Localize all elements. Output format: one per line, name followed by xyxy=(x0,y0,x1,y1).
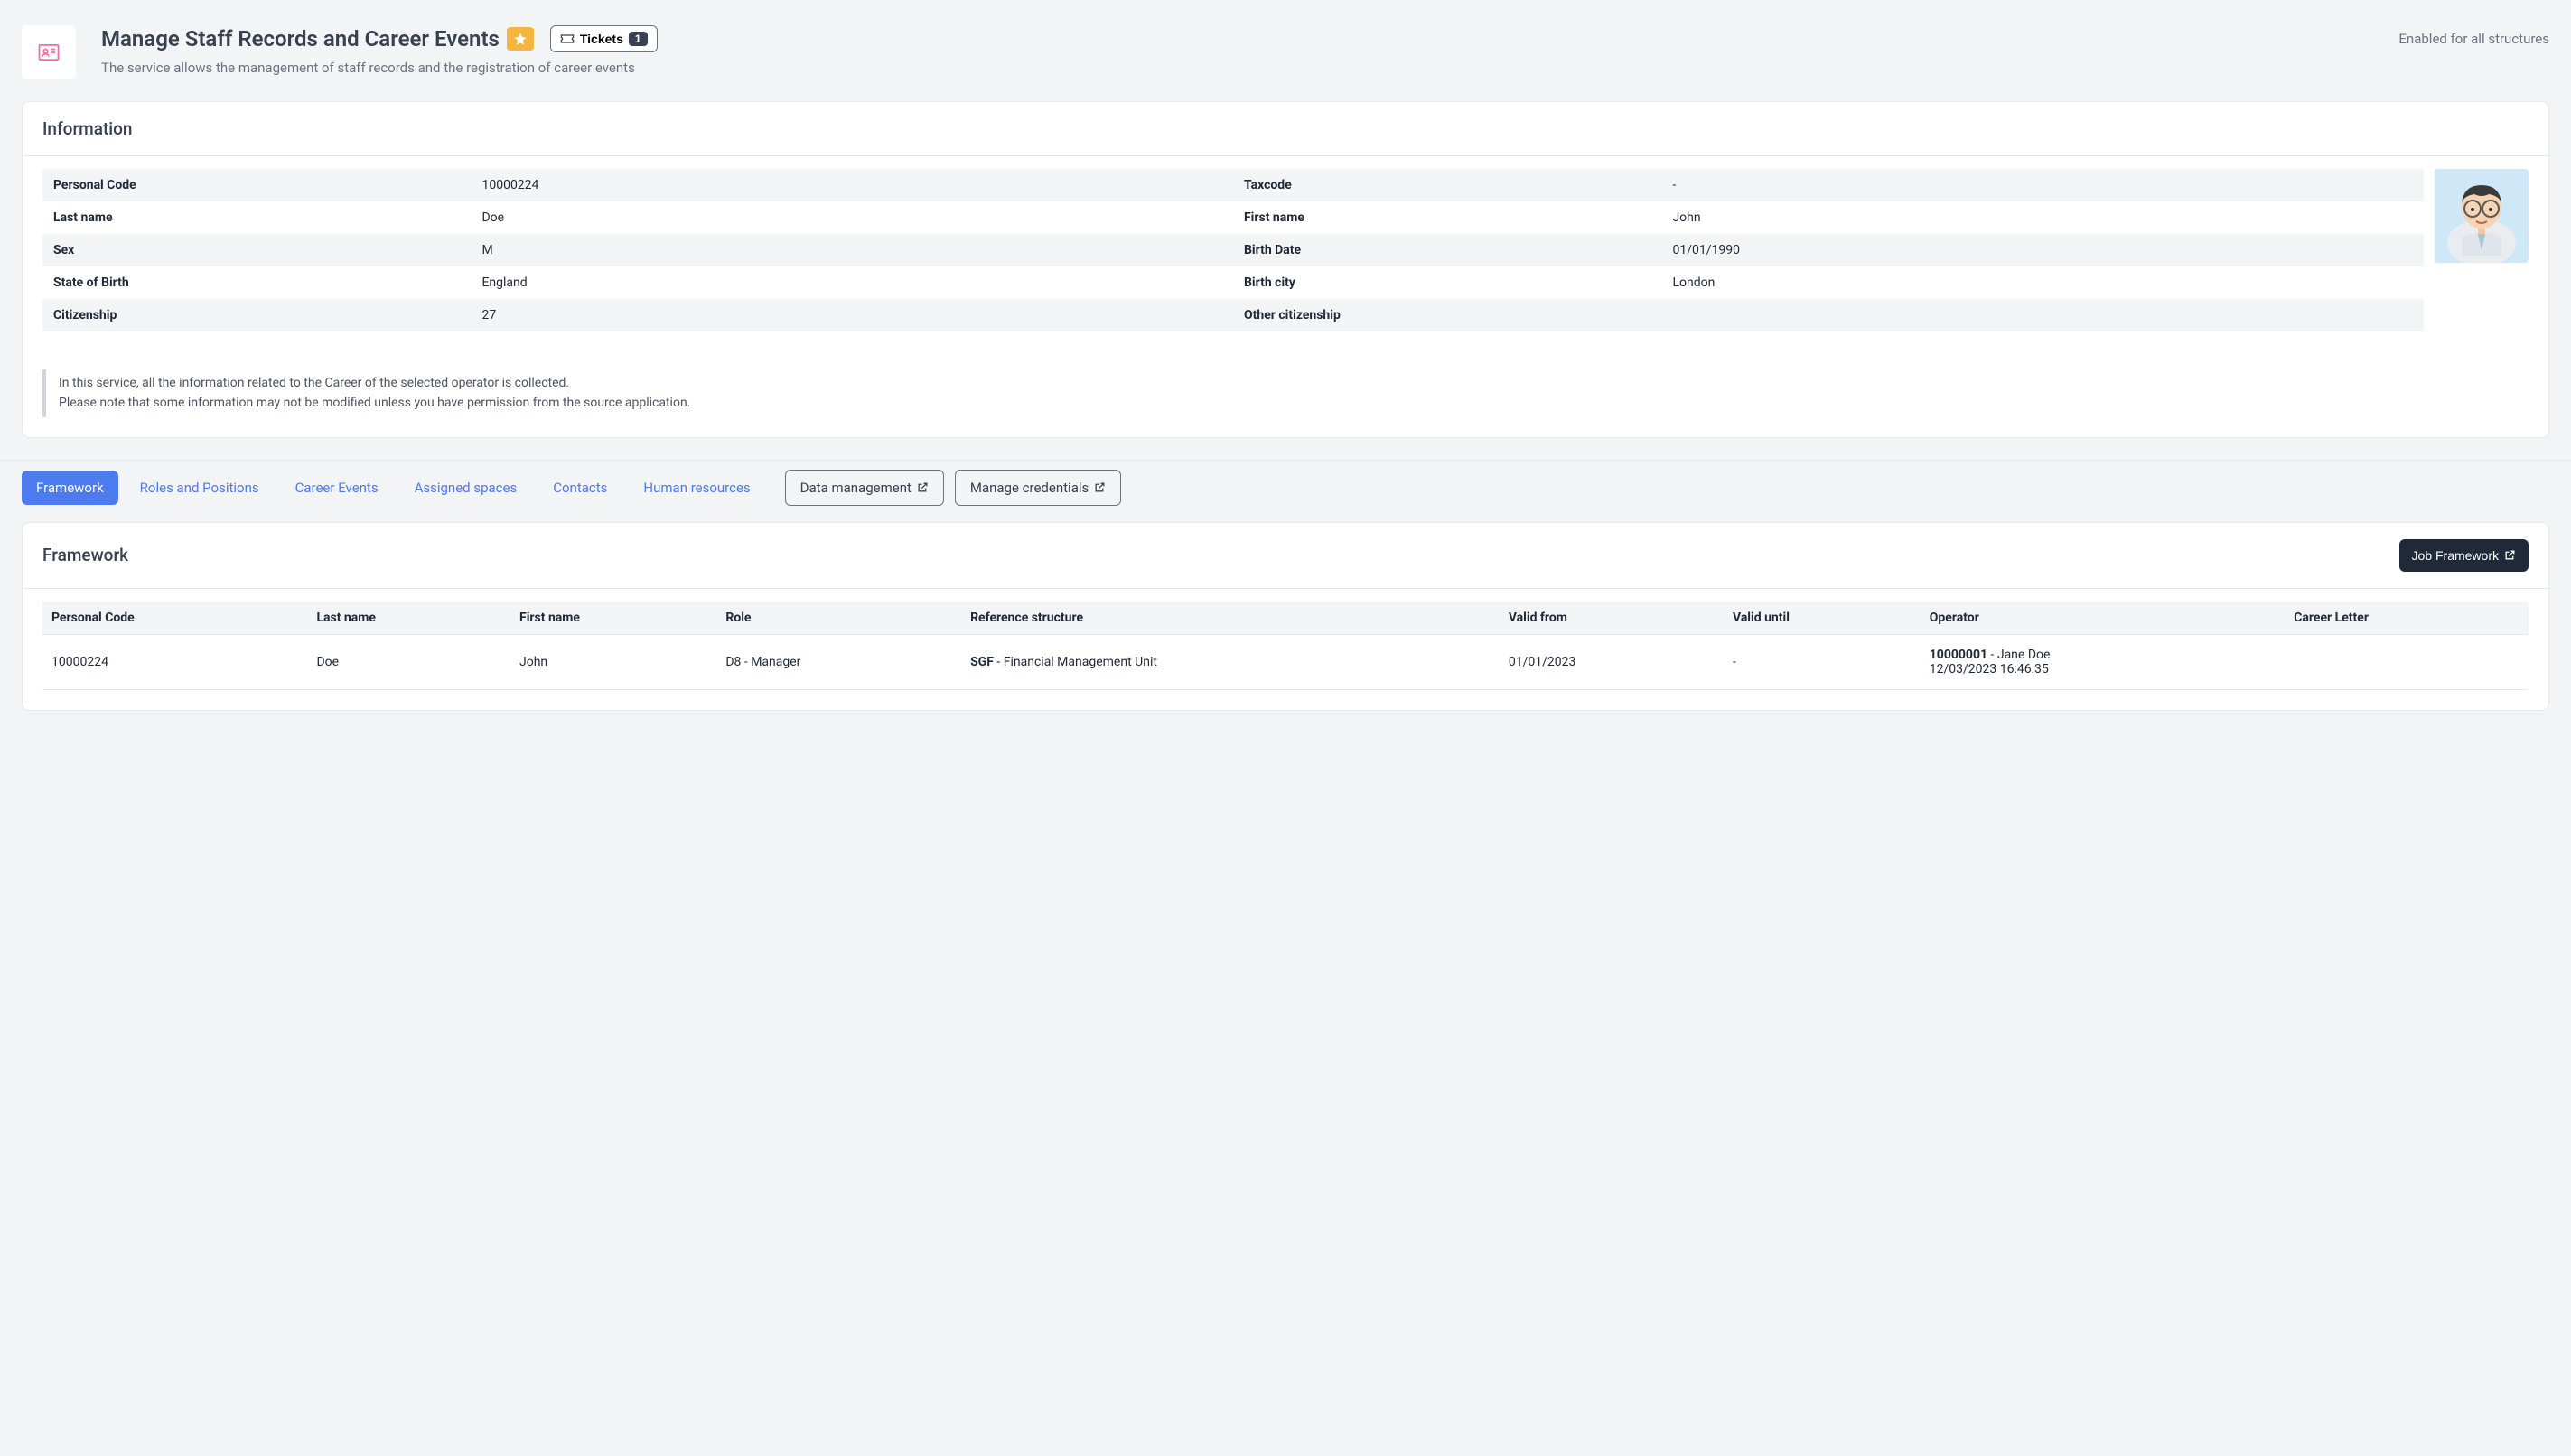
job-framework-label: Job Framework xyxy=(2412,548,2499,563)
info-label: First name xyxy=(1233,201,1661,234)
tickets-count: 1 xyxy=(629,32,648,46)
info-table: Personal Code 10000224 Taxcode - Last na… xyxy=(42,169,2424,331)
info-label: Birth Date xyxy=(1233,234,1661,266)
framework-body: Personal Code Last name First name Role … xyxy=(23,589,2548,710)
info-table-wrap: Personal Code 10000224 Taxcode - Last na… xyxy=(42,169,2424,331)
info-label: Birth city xyxy=(1233,266,1661,299)
info-label: Sex xyxy=(42,234,471,266)
col-valid-from: Valid from xyxy=(1500,602,1724,635)
info-label: State of Birth xyxy=(42,266,471,299)
page-header: Manage Staff Records and Career Events T… xyxy=(0,0,2571,101)
avatar-illustration xyxy=(2435,169,2529,263)
tickets-button[interactable]: Tickets 1 xyxy=(550,25,658,52)
info-note-line: In this service, all the information rel… xyxy=(59,373,2516,393)
cell-career-letter xyxy=(2285,634,2529,689)
col-personal-code: Personal Code xyxy=(42,602,307,635)
info-value: - xyxy=(1661,169,2424,201)
info-label: Citizenship xyxy=(42,299,471,331)
col-career-letter: Career Letter xyxy=(2285,602,2529,635)
header-main: Manage Staff Records and Career Events T… xyxy=(101,25,2373,76)
info-note-line: Please note that some information may no… xyxy=(59,393,2516,413)
operator-date: 12/03/2023 16:46:35 xyxy=(1930,662,2277,677)
cell-operator: 10000001 - Jane Doe 12/03/2023 16:46:35 xyxy=(1921,634,2286,689)
info-row: State of Birth England Birth city London xyxy=(42,266,2424,299)
info-value: 10000224 xyxy=(471,169,1233,201)
id-card-icon xyxy=(36,40,61,65)
header-title-row: Manage Staff Records and Career Events T… xyxy=(101,25,2373,52)
info-label: Other citizenship xyxy=(1233,299,1661,331)
cell-valid-from: 01/01/2023 xyxy=(1500,634,1724,689)
tab-career-events[interactable]: Career Events xyxy=(281,471,393,505)
info-row: Sex M Birth Date 01/01/1990 xyxy=(42,234,2424,266)
cell-ref-struct: SGF - Financial Management Unit xyxy=(961,634,1500,689)
page-description: The service allows the management of sta… xyxy=(101,60,2373,76)
data-management-button[interactable]: Data management xyxy=(785,470,944,506)
page-title: Manage Staff Records and Career Events xyxy=(101,26,500,51)
info-label: Personal Code xyxy=(42,169,471,201)
info-value: Doe xyxy=(471,201,1233,234)
info-note: In this service, all the information rel… xyxy=(42,369,2529,417)
manage-credentials-button[interactable]: Manage credentials xyxy=(955,470,1121,506)
col-first-name: First name xyxy=(510,602,716,635)
cell-valid-until: - xyxy=(1724,634,1921,689)
framework-card-header: Framework Job Framework xyxy=(23,523,2548,589)
operator-name: - Jane Doe xyxy=(1987,648,2050,662)
app-icon-box xyxy=(22,25,76,79)
cell-last-name: Doe xyxy=(307,634,510,689)
info-value: England xyxy=(471,266,1233,299)
cell-role: D8 - Manager xyxy=(716,634,961,689)
tab-contacts[interactable]: Contacts xyxy=(538,471,622,505)
info-row: Citizenship 27 Other citizenship xyxy=(42,299,2424,331)
information-card: Information Personal Code 10000224 Taxco… xyxy=(22,101,2549,438)
manage-credentials-label: Manage credentials xyxy=(970,480,1089,496)
tabs-row: Framework Roles and Positions Career Eve… xyxy=(0,460,2571,522)
info-value: 27 xyxy=(471,299,1233,331)
favorite-badge[interactable] xyxy=(507,27,534,51)
info-row: Last name Doe First name John xyxy=(42,201,2424,234)
col-last-name: Last name xyxy=(307,602,510,635)
star-icon xyxy=(513,32,528,46)
framework-table: Personal Code Last name First name Role … xyxy=(42,602,2529,690)
col-operator: Operator xyxy=(1921,602,2286,635)
info-label: Last name xyxy=(42,201,471,234)
ref-struct-name: - Financial Management Unit xyxy=(994,655,1157,669)
info-body: Personal Code 10000224 Taxcode - Last na… xyxy=(23,156,2548,351)
ref-struct-code: SGF xyxy=(970,655,994,669)
tab-roles[interactable]: Roles and Positions xyxy=(126,471,274,505)
cell-personal-code: 10000224 xyxy=(42,634,307,689)
info-value xyxy=(1661,299,2424,331)
operator-code: 10000001 xyxy=(1930,648,1987,662)
avatar xyxy=(2435,169,2529,263)
table-header-row: Personal Code Last name First name Role … xyxy=(42,602,2529,635)
col-valid-until: Valid until xyxy=(1724,602,1921,635)
header-right-text: Enabled for all structures xyxy=(2398,25,2549,47)
cell-first-name: John xyxy=(510,634,716,689)
info-card-header: Information xyxy=(23,102,2548,156)
col-ref-struct: Reference structure xyxy=(961,602,1500,635)
external-link-icon xyxy=(1094,481,1106,493)
info-value: London xyxy=(1661,266,2424,299)
table-row: 10000224 Doe John D8 - Manager SGF - Fin… xyxy=(42,634,2529,689)
col-role: Role xyxy=(716,602,961,635)
framework-card-title: Framework xyxy=(42,545,128,565)
info-value: M xyxy=(471,234,1233,266)
tab-assigned-spaces[interactable]: Assigned spaces xyxy=(400,471,532,505)
info-card-title: Information xyxy=(42,118,132,139)
info-value: John xyxy=(1661,201,2424,234)
framework-card: Framework Job Framework Personal Code La… xyxy=(22,522,2549,711)
tab-framework[interactable]: Framework xyxy=(22,471,118,505)
external-link-icon xyxy=(2504,549,2516,561)
job-framework-button[interactable]: Job Framework xyxy=(2399,539,2529,572)
info-label: Taxcode xyxy=(1233,169,1661,201)
info-value: 01/01/1990 xyxy=(1661,234,2424,266)
info-row: Personal Code 10000224 Taxcode - xyxy=(42,169,2424,201)
external-link-icon xyxy=(917,481,929,493)
tickets-label: Tickets xyxy=(580,32,623,46)
data-management-label: Data management xyxy=(800,480,912,496)
ticket-icon xyxy=(560,33,575,44)
tab-human-resources[interactable]: Human resources xyxy=(629,471,764,505)
